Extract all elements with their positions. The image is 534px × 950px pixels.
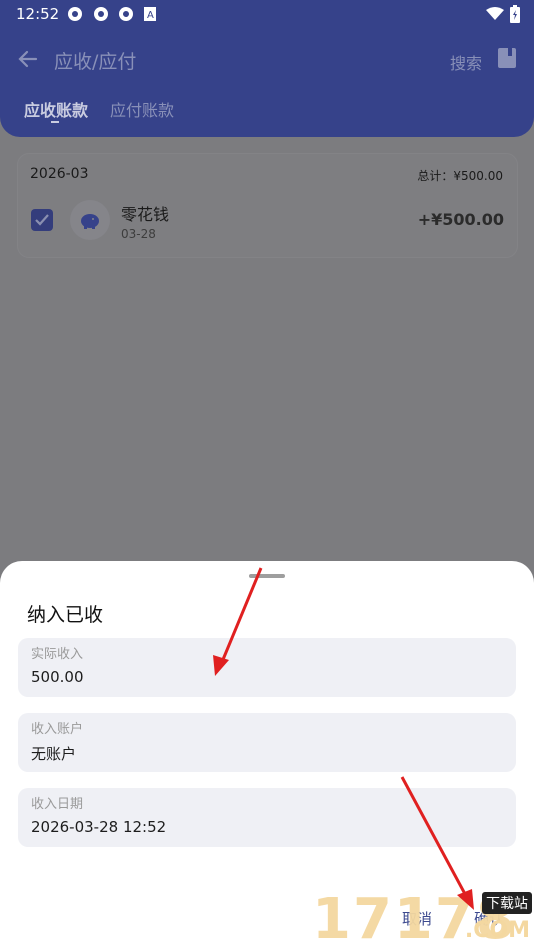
record-amount: +¥500.00: [417, 210, 504, 229]
record-checkbox[interactable]: [31, 209, 53, 231]
field-label: 收入日期: [31, 797, 84, 812]
income-account-field[interactable]: 收入账户 无账户: [18, 713, 516, 772]
text-notification-icon: A: [144, 7, 156, 21]
watermark: 17178 下载站 .COM: [312, 890, 534, 950]
svg-text:A: A: [147, 10, 154, 21]
app-bar: 12:52 A 应收/应付 搜索 应收账款 应付账款: [0, 0, 534, 137]
page-title: 应收/应付: [54, 51, 137, 73]
field-label: 收入账户: [31, 722, 84, 737]
search-button[interactable]: 搜索: [450, 50, 482, 74]
actual-income-field[interactable]: 实际收入 500.00: [18, 638, 516, 697]
tab-receivable[interactable]: 应收账款: [24, 97, 88, 121]
back-arrow-icon[interactable]: [16, 47, 40, 71]
book-icon[interactable]: [498, 48, 516, 68]
notification-icon: [68, 7, 82, 21]
field-label: 实际收入: [31, 647, 84, 662]
battery-icon: [510, 5, 520, 23]
income-date-field[interactable]: 收入日期 2026-03-28 12:52: [18, 788, 516, 847]
check-icon: [35, 214, 49, 226]
dialog-title: 纳入已收: [27, 604, 104, 626]
record-name: 零花钱: [121, 205, 170, 224]
record-card: 2026-03 总计：¥500.00 零花钱 03-28 +¥500.00: [17, 153, 518, 258]
record-date: 03-28: [121, 227, 156, 241]
tab-payable[interactable]: 应付账款: [110, 97, 174, 121]
drag-handle[interactable]: [249, 574, 285, 578]
record-total: 总计：¥500.00: [417, 169, 503, 183]
wifi-icon: [486, 7, 504, 20]
status-bar: 12:52 A: [0, 0, 534, 28]
watermark-suffix: .COM: [464, 918, 530, 943]
status-time: 12:52: [16, 5, 60, 23]
tab-indicator: [51, 121, 59, 123]
field-value: 500.00: [31, 668, 84, 686]
watermark-tag: 下载站: [482, 892, 532, 914]
field-value: 2026-03-28 12:52: [31, 818, 167, 836]
record-month: 2026-03: [30, 166, 89, 182]
field-value: 无账户: [31, 745, 77, 763]
notification-icon: [94, 7, 108, 21]
notification-icon: [119, 7, 133, 21]
piggy-bank-icon: [70, 200, 110, 240]
system-icons: [486, 5, 520, 23]
